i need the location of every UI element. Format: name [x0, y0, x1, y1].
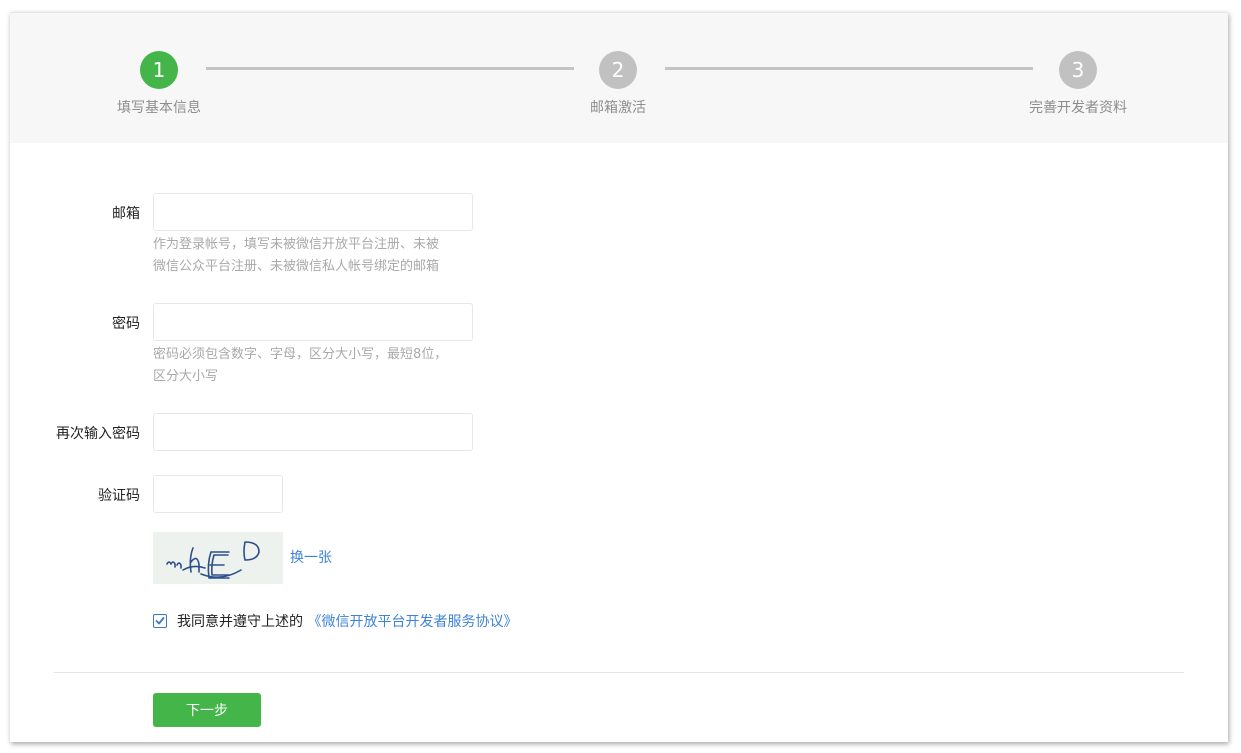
registration-card: 1 填写基本信息 2 邮箱激活 3 完善开发者资料 邮箱 作为登录帐号，填写未被… — [10, 12, 1228, 742]
form-divider — [54, 672, 1184, 673]
step-connector-2 — [665, 67, 1033, 70]
agreement-link[interactable]: 《微信开放平台开发者服务协议》 — [307, 614, 517, 630]
step-1-label: 填写基本信息 — [117, 100, 201, 116]
step-2-circle: 2 — [599, 51, 637, 89]
progress-steps: 1 填写基本信息 2 邮箱激活 3 完善开发者资料 — [10, 13, 1228, 143]
step-connector-1 — [206, 67, 574, 70]
password-hint: 密码必须包含数字、字母，区分大小写，最短8位， 区分大小写 — [153, 344, 483, 388]
email-label: 邮箱 — [112, 206, 140, 222]
password-input[interactable] — [153, 303, 473, 341]
password-label: 密码 — [112, 316, 140, 332]
password-hint-line-1: 密码必须包含数字、字母，区分大小写，最短8位， — [153, 347, 448, 362]
agreement-checkbox[interactable] — [153, 614, 167, 628]
agreement-text: 我同意并遵守上述的 《微信开放平台开发者服务协议》 — [177, 611, 517, 631]
step-1-circle: 1 — [140, 51, 178, 89]
agreement-statement: 我同意并遵守上述的 — [177, 614, 303, 630]
email-hint: 作为登录帐号，填写未被微信开放平台注册、未被 微信公众平台注册、未被微信私人帐号… — [153, 234, 483, 278]
captcha-label: 验证码 — [98, 488, 140, 504]
captcha-image[interactable] — [153, 532, 283, 584]
password-hint-line-2: 区分大小写 — [153, 369, 219, 384]
captcha-glyphs — [153, 532, 283, 584]
refresh-captcha-link[interactable]: 换一张 — [290, 547, 332, 567]
confirm-password-label: 再次输入密码 — [56, 426, 140, 442]
next-step-button[interactable]: 下一步 — [153, 693, 261, 727]
confirm-password-input[interactable] — [153, 413, 473, 451]
email-hint-line-2: 微信公众平台注册、未被微信私人帐号绑定的邮箱 — [153, 259, 440, 274]
checkmark-icon — [155, 617, 165, 625]
email-hint-line-1: 作为登录帐号，填写未被微信开放平台注册、未被 — [153, 237, 440, 252]
step-3-label: 完善开发者资料 — [1029, 100, 1127, 116]
step-3-circle: 3 — [1059, 51, 1097, 89]
email-input[interactable] — [153, 193, 473, 231]
step-2-label: 邮箱激活 — [590, 100, 646, 116]
captcha-input[interactable] — [153, 475, 283, 513]
